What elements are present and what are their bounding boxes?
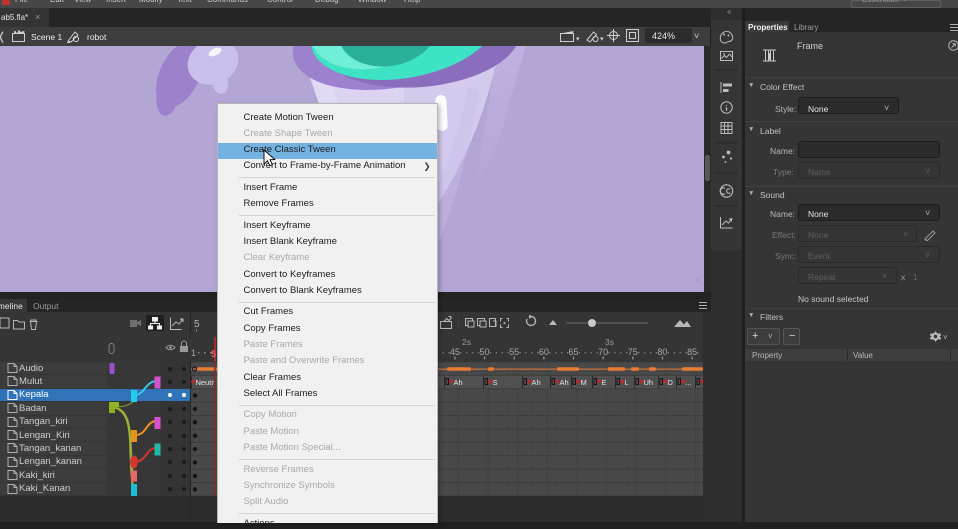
svg-text:Uh: Uh xyxy=(644,378,654,387)
svg-text:5: 5 xyxy=(194,319,200,330)
svg-text:Ah: Ah xyxy=(532,378,541,387)
svg-text:D: D xyxy=(668,378,674,387)
svg-text:...: ... xyxy=(686,378,692,387)
svg-text:M: M xyxy=(581,378,587,387)
svg-text:Neutr: Neutr xyxy=(196,378,215,387)
svg-text:L: L xyxy=(625,378,629,387)
svg-text:Ah: Ah xyxy=(454,378,463,387)
svg-text:Ah: Ah xyxy=(560,378,569,387)
svg-text:E: E xyxy=(602,378,607,387)
svg-text:S: S xyxy=(493,378,498,387)
